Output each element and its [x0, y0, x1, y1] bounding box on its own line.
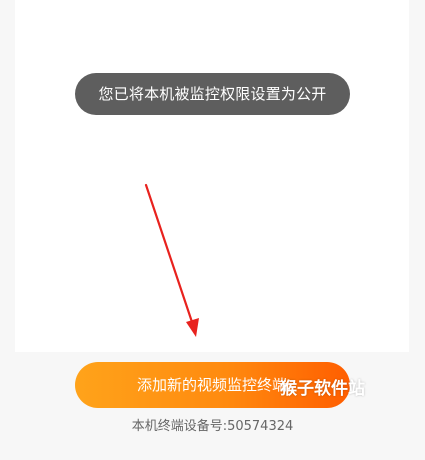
- content-panel: [15, 0, 409, 352]
- add-monitor-terminal-label: 添加新的视频监控终端: [137, 376, 288, 394]
- watermark: 猴子软件站: [280, 379, 365, 399]
- toast-message: 您已将本机被监控权限设置为公开: [75, 73, 350, 115]
- device-id-label: 本机终端设备号:50574324: [131, 419, 294, 434]
